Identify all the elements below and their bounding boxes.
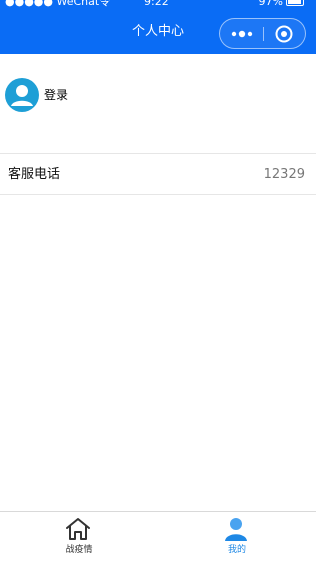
battery-icon	[286, 0, 304, 6]
header-bar: ●●●●● WeChat令 9:22 97% 个人中心	[0, 0, 316, 54]
avatar-icon	[5, 78, 39, 112]
status-bar: ●●●●● WeChat令 9:22 97%	[0, 0, 316, 12]
user-login-row[interactable]: 登录	[0, 54, 316, 136]
tab-label: 战疫情	[65, 545, 93, 555]
more-icon[interactable]	[228, 27, 256, 41]
user-icon	[225, 518, 247, 541]
tab-label: 我的	[227, 545, 246, 555]
service-phone-number[interactable]: 12329	[264, 167, 305, 183]
miniprogram-capsule	[219, 18, 306, 49]
capsule-divider	[263, 27, 264, 41]
service-phone-label: 客服电话	[8, 167, 61, 182]
battery-text: 97%	[258, 0, 283, 8]
tab-mine[interactable]: 我的	[158, 512, 316, 568]
divider	[0, 194, 316, 195]
close-miniprogram-icon[interactable]	[275, 25, 293, 43]
login-label[interactable]: 登录	[44, 88, 68, 102]
service-phone-row[interactable]: 客服电话 12329	[0, 154, 316, 194]
carrier-text: ●●●●● WeChat令	[5, 0, 111, 8]
tab-bar: 战疫情 我的	[0, 511, 316, 579]
tab-epidemic[interactable]: 战疫情	[0, 512, 158, 568]
home-icon	[66, 518, 90, 540]
status-time: 9:22	[144, 0, 169, 8]
